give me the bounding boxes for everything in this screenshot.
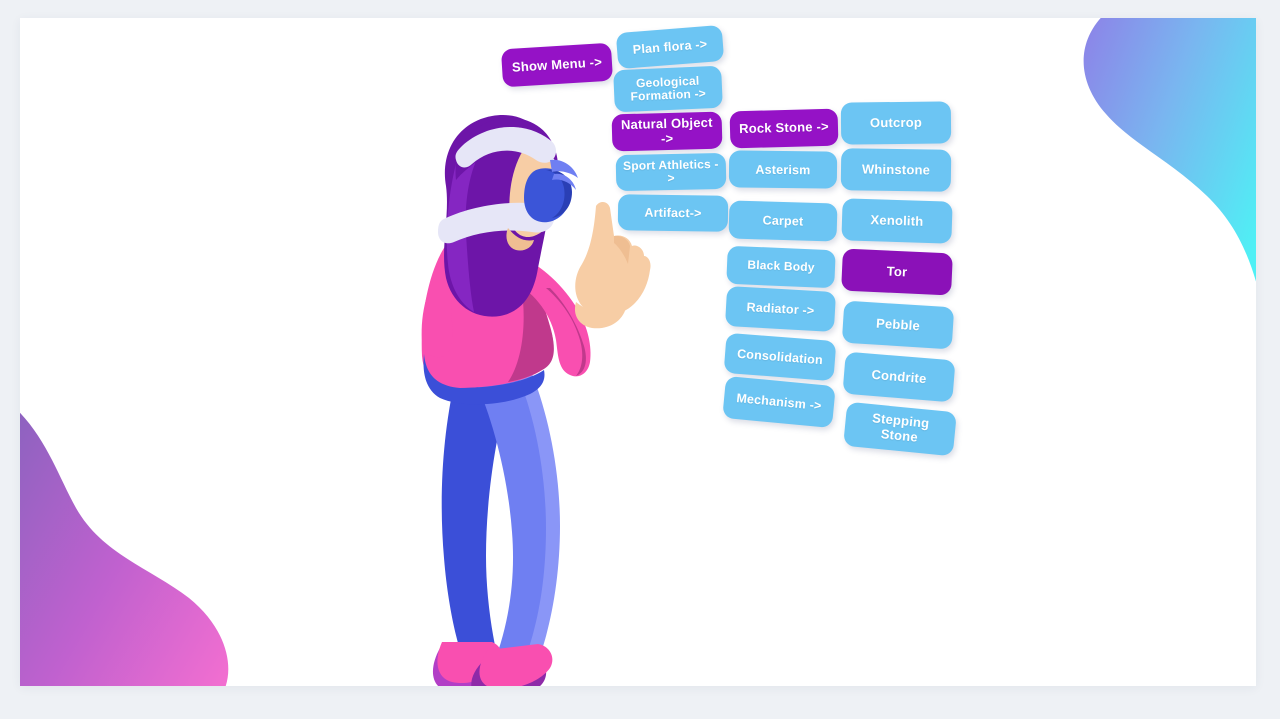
menu-button-consolidation[interactable]: Consolidation bbox=[723, 332, 837, 382]
menu-button-condrite[interactable]: Condrite bbox=[842, 351, 956, 403]
menu-button-pebble[interactable]: Pebble bbox=[841, 300, 955, 350]
menu-button-tor[interactable]: Tor bbox=[841, 248, 953, 296]
menu-button-carpet[interactable]: Carpet bbox=[728, 200, 838, 242]
menu-button-radiator[interactable]: Radiator -> bbox=[724, 285, 837, 333]
menu-button-sport-athletics[interactable]: Sport Athletics -> bbox=[615, 152, 727, 192]
menu-button-natural-object[interactable]: Natural Object -> bbox=[611, 111, 723, 152]
menu-button-outcrop[interactable]: Outcrop bbox=[840, 101, 952, 145]
menu-tree: Show Menu -> Plan flora -> Geological For… bbox=[20, 18, 1256, 686]
menu-button-geological-formation[interactable]: Geological Formation -> bbox=[613, 65, 723, 113]
menu-button-asterism[interactable]: Asterism bbox=[728, 150, 838, 189]
screen-root: Show Menu -> Plan flora -> Geological For… bbox=[0, 0, 1280, 719]
menu-button-black-body[interactable]: Black Body bbox=[726, 245, 836, 289]
menu-button-root[interactable]: Show Menu -> bbox=[500, 42, 614, 88]
menu-button-stepping-stone[interactable]: Stepping Stone bbox=[843, 401, 957, 457]
app-card: Show Menu -> Plan flora -> Geological For… bbox=[20, 18, 1256, 686]
menu-button-whinstone[interactable]: Whinstone bbox=[840, 148, 952, 192]
menu-button-xenolith[interactable]: Xenolith bbox=[841, 198, 953, 244]
menu-button-mechanism[interactable]: Mechanism -> bbox=[722, 375, 836, 429]
menu-button-artifact[interactable]: Artifact-> bbox=[617, 194, 729, 232]
menu-button-rock-stone[interactable]: Rock Stone -> bbox=[729, 108, 839, 149]
menu-button-plan-flora[interactable]: Plan flora -> bbox=[615, 24, 725, 70]
